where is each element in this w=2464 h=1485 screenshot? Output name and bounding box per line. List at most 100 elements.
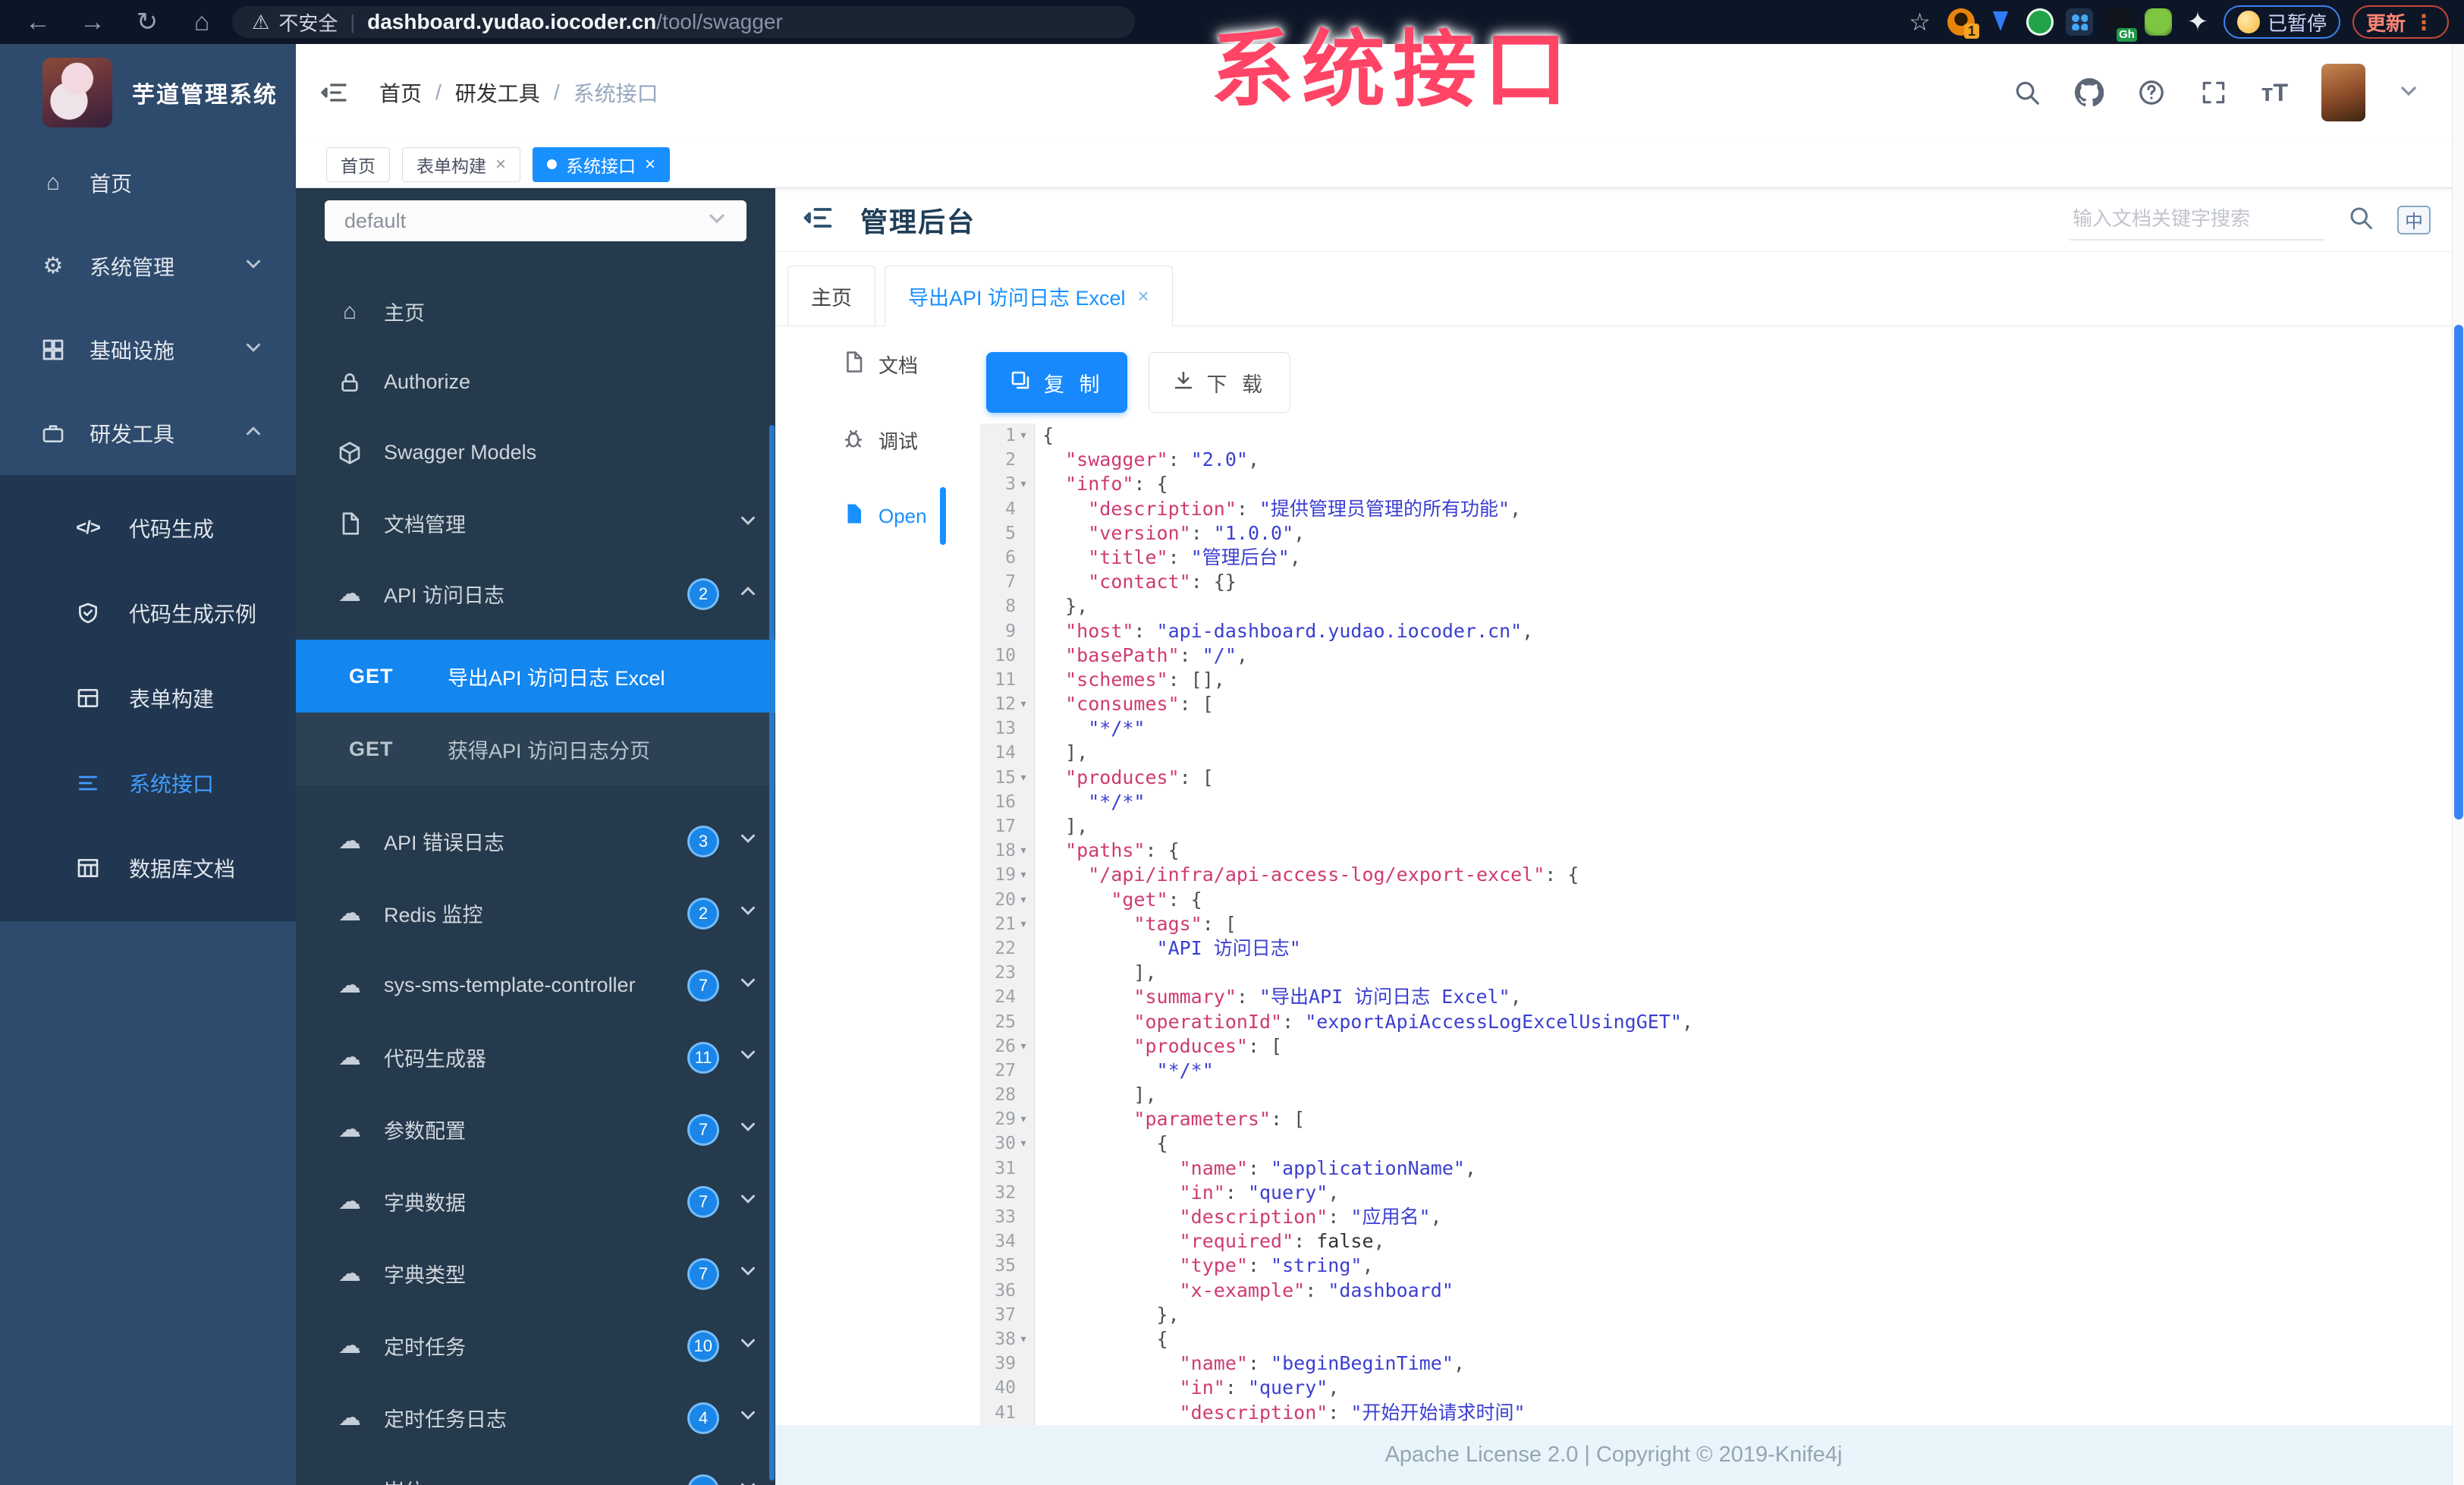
line-number[interactable]: 38 ▾ <box>980 1327 1034 1351</box>
swagger-menu-Redis 监控[interactable]: ☁ Redis 监控 2 <box>296 877 775 949</box>
code-line[interactable]: "produces": [ <box>1042 1034 1693 1059</box>
line-number[interactable]: 7 <box>980 570 1034 594</box>
line-number[interactable]: 21 ▾ <box>980 912 1034 936</box>
swagger-menu-Authorize[interactable]: Authorize <box>296 347 775 417</box>
chevron-down-icon[interactable] <box>739 1478 757 1485</box>
swagger-menu-参数配置[interactable]: ☁ 参数配置 7 <box>296 1093 775 1166</box>
mini-menu-文档[interactable]: 文档 <box>775 326 950 402</box>
line-number[interactable]: 33 <box>980 1205 1034 1229</box>
fold-arrow-icon[interactable]: ▾ <box>1016 1034 1031 1059</box>
chevron-down-icon[interactable] <box>2399 81 2418 105</box>
sidebar-toggle-icon[interactable] <box>319 77 349 112</box>
tag-系统接口[interactable]: 系统接口 × <box>533 146 671 182</box>
line-number[interactable]: 2 <box>980 448 1034 472</box>
fold-arrow-icon[interactable]: ▾ <box>1016 766 1031 790</box>
code-line[interactable]: ], <box>1042 814 1693 838</box>
code-line[interactable]: "*/*" <box>1042 1059 1693 1083</box>
code-line[interactable]: "type": "string", <box>1042 1254 1693 1278</box>
paused-profile-pill[interactable]: 已暂停 <box>2223 5 2340 39</box>
line-number[interactable]: 3 ▾ <box>980 472 1034 496</box>
code-line[interactable]: { <box>1042 423 1693 448</box>
fold-arrow-icon[interactable]: ▾ <box>1016 838 1031 863</box>
close-icon[interactable]: × <box>495 154 506 175</box>
code-line[interactable]: { <box>1042 1131 1693 1156</box>
code-line[interactable]: "contact": {} <box>1042 570 1693 594</box>
line-number[interactable]: 14 <box>980 741 1034 765</box>
browser-forward-icon[interactable]: → <box>76 8 109 37</box>
ext-alien-green-icon[interactable] <box>2144 8 2172 36</box>
chevron-up-icon[interactable] <box>739 582 757 606</box>
line-number[interactable]: 32 <box>980 1181 1034 1205</box>
code-line[interactable]: "in": "query", <box>1042 1376 1693 1400</box>
code-line[interactable]: "tags": [ <box>1042 912 1693 936</box>
header-search-icon[interactable] <box>2013 78 2041 107</box>
chevron-down-icon[interactable] <box>739 1190 757 1213</box>
chevron-down-icon[interactable] <box>739 511 757 535</box>
url-domain[interactable]: dashboard.yudao.iocoder.cn <box>367 10 656 34</box>
browser-back-icon[interactable]: ← <box>21 8 55 37</box>
chevron-down-icon[interactable] <box>739 1406 757 1430</box>
code-line[interactable]: "parameters": [ <box>1042 1107 1693 1131</box>
code-line[interactable]: "produces": [ <box>1042 766 1693 790</box>
fold-arrow-icon[interactable]: ▾ <box>1016 888 1031 912</box>
swagger-menu-岗位[interactable]: ☁ 岗位 <box>296 1454 775 1485</box>
line-number[interactable]: 34 <box>980 1229 1034 1254</box>
fold-arrow-icon[interactable]: ▾ <box>1016 912 1031 936</box>
sidebar-item-首页[interactable]: ⌂ 首页 <box>0 141 296 225</box>
swagger-menu-API 错误日志[interactable]: ☁ API 错误日志 3 <box>296 805 775 877</box>
chevron-down-icon[interactable] <box>739 1046 757 1069</box>
line-number[interactable]: 17 <box>980 814 1034 838</box>
code-line[interactable]: "*/*" <box>1042 790 1693 814</box>
api-operation-导出API 访问日志 Excel[interactable]: GET 导出API 访问日志 Excel <box>296 640 775 713</box>
language-toggle-icon[interactable]: 中 <box>2397 205 2431 234</box>
breadcrumb-item[interactable]: 系统接口 <box>574 77 658 108</box>
line-number[interactable]: 6 <box>980 546 1034 570</box>
swagger-menu-定时任务[interactable]: ☁ 定时任务 10 <box>296 1310 775 1382</box>
code-line[interactable]: "swagger": "2.0", <box>1042 448 1693 472</box>
api-operation-获得API 访问日志分页[interactable]: GET 获得API 访问日志分页 <box>296 713 775 785</box>
sidebar-item-系统接口[interactable]: 系统接口 <box>0 741 296 826</box>
code-line[interactable]: "description": "开始开始请求时间" <box>1042 1401 1693 1425</box>
doc-search-input[interactable]: 输入文档关键字搜索 <box>2070 199 2324 241</box>
doc-group-select[interactable]: default <box>325 200 746 241</box>
line-number[interactable]: 29 ▾ <box>980 1107 1034 1131</box>
breadcrumb-item[interactable]: 首页 <box>379 77 422 108</box>
swagger-menu-字典数据[interactable]: ☁ 字典数据 7 <box>296 1166 775 1238</box>
code-line[interactable]: }, <box>1042 594 1693 618</box>
line-number[interactable]: 26 ▾ <box>980 1034 1034 1059</box>
page-scrollbar[interactable] <box>2452 44 2464 1485</box>
line-number[interactable]: 12 ▾ <box>980 692 1034 716</box>
code-line[interactable]: "*/*" <box>1042 716 1693 741</box>
line-number[interactable]: 16 <box>980 790 1034 814</box>
line-number[interactable]: 8 <box>980 594 1034 618</box>
mini-menu-调试[interactable]: 调试 <box>775 402 950 478</box>
chevron-down-icon[interactable] <box>739 1262 757 1285</box>
sidebar-item-系统管理[interactable]: ⚙ 系统管理 <box>0 225 296 308</box>
fold-arrow-icon[interactable]: ▾ <box>1016 1327 1031 1351</box>
tag-首页[interactable]: 首页 <box>326 146 390 182</box>
fold-arrow-icon[interactable]: ▾ <box>1016 472 1031 496</box>
swagger-menu-定时任务日志[interactable]: ☁ 定时任务日志 4 <box>296 1382 775 1454</box>
code-line[interactable]: "title": "管理后台", <box>1042 546 1693 570</box>
ext-star-white-icon[interactable]: ✦ <box>2184 8 2211 36</box>
code-line[interactable]: "in": "query", <box>1042 1181 1693 1205</box>
code-line[interactable]: "summary": "导出API 访问日志 Excel", <box>1042 985 1693 1009</box>
line-number[interactable]: 40 <box>980 1376 1034 1400</box>
sidebar-item-代码生成[interactable]: </> 代码生成 <box>0 486 296 571</box>
chevron-down-icon[interactable] <box>739 901 757 925</box>
ext-circle-green-icon[interactable] <box>2026 8 2054 36</box>
code-line[interactable]: "name": "beginBeginTime", <box>1042 1351 1693 1376</box>
line-number[interactable]: 9 <box>980 619 1034 643</box>
swagger-menu-Swagger Models[interactable]: Swagger Models <box>296 417 775 488</box>
browser-reload-icon[interactable]: ↻ <box>130 7 164 37</box>
code-line[interactable]: "host": "api-dashboard.yudao.iocoder.cn"… <box>1042 619 1693 643</box>
code-line[interactable]: "schemes": [], <box>1042 668 1693 692</box>
sidebar-item-基础设施[interactable]: 基础设施 <box>0 308 296 392</box>
line-number[interactable]: 28 <box>980 1083 1034 1107</box>
tag-表单构建[interactable]: 表单构建 × <box>402 146 521 182</box>
code-line[interactable]: }, <box>1042 1303 1693 1327</box>
sidebar-item-代码生成示例[interactable]: 代码生成示例 <box>0 571 296 656</box>
line-number[interactable]: 22 <box>980 936 1034 961</box>
code-line[interactable]: ], <box>1042 961 1693 985</box>
swagger-menu-代码生成器[interactable]: ☁ 代码生成器 11 <box>296 1021 775 1093</box>
